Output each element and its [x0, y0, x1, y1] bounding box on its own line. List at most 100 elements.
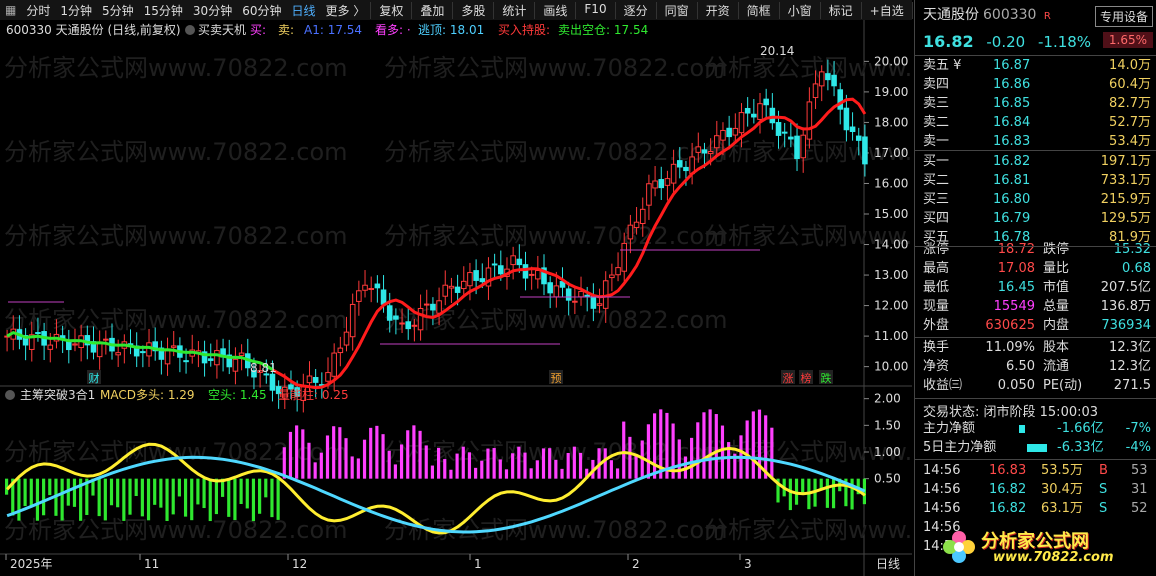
toolbar-button-7[interactable]: 同窗	[655, 1, 697, 19]
period-tab-6[interactable]: 日线	[286, 2, 320, 19]
stat-v2: 12.3亿	[1109, 340, 1151, 355]
candle-body	[362, 284, 368, 291]
label-escape: 逃顶: 18.01	[418, 23, 484, 37]
trade-n: 31	[1131, 482, 1148, 497]
period-tab-7[interactable]: 更多 〉	[321, 2, 371, 19]
period-tab-2[interactable]: 5分钟	[97, 2, 139, 19]
asks-vol: 82.7万	[1109, 96, 1151, 111]
trade-vol: 63.1万	[1041, 501, 1083, 516]
trade-n: 53	[1131, 463, 1148, 478]
candle-body	[448, 285, 455, 289]
watermark-text: 分析家公式网www.70822.com	[4, 516, 348, 544]
asks-label: 卖一	[923, 134, 950, 149]
candle-body	[103, 338, 109, 341]
candle-body	[423, 303, 430, 306]
candle-body	[744, 107, 751, 114]
asks-price: 16.85	[993, 96, 1031, 111]
candle-body	[572, 300, 578, 303]
toolbar-button-5[interactable]: F10	[575, 1, 614, 19]
candle-body	[862, 136, 868, 165]
sub-bar	[399, 444, 404, 479]
sub-bar	[140, 478, 144, 517]
trade-side: S	[1099, 501, 1108, 516]
candle-body	[269, 373, 276, 391]
label-buy: 买:	[250, 23, 266, 37]
sub-bar	[708, 409, 712, 479]
sub-bar	[745, 420, 749, 479]
period-tab-3[interactable]: 15分钟	[139, 2, 188, 19]
candle-body	[738, 112, 745, 134]
trade-time: 14:56	[923, 463, 961, 478]
candle-body	[621, 242, 628, 272]
candle-body	[775, 122, 782, 136]
flow-value: -6.33亿	[1057, 440, 1104, 455]
min-price-label: 8.81	[250, 361, 277, 375]
toolbar-button-8[interactable]: 开资	[696, 1, 738, 19]
candle-body	[436, 300, 442, 314]
sub-bar	[702, 412, 706, 479]
menu-grid-icon[interactable]: ▦	[0, 3, 21, 17]
toolbar-button-12[interactable]: +自选	[860, 1, 912, 19]
sub-bar	[35, 478, 40, 521]
sub-bar	[578, 452, 583, 479]
sub-bar	[208, 478, 212, 522]
candle-body	[757, 103, 763, 120]
candle-body	[831, 74, 837, 87]
label-watch: 看多: ·	[375, 23, 411, 37]
toolbar-button-4[interactable]: 画线	[534, 1, 575, 19]
toolbar-button-3[interactable]: 统计	[493, 1, 534, 19]
sub-bar	[264, 478, 268, 498]
sector-tag[interactable]: 专用设备	[1094, 6, 1153, 27]
candle-body	[720, 129, 726, 141]
toolbar-button-2[interactable]: 多股	[452, 1, 493, 19]
candle-body	[535, 270, 541, 280]
watermark-text: 分析家公式网www.70822.com	[384, 138, 728, 166]
sub-bar	[677, 439, 681, 479]
stat-l2: PE(动)	[1043, 378, 1083, 393]
toolbar-button-11[interactable]: 标记	[819, 1, 861, 19]
x-tick-label: 11	[144, 557, 159, 571]
formula-dropdown-icon[interactable]	[185, 25, 195, 35]
sub-bar	[48, 478, 52, 496]
period-tab-4[interactable]: 30分钟	[188, 2, 237, 19]
toolbar-button-1[interactable]: 叠加	[411, 1, 452, 19]
sub-bar	[381, 434, 385, 479]
period-tab-5[interactable]: 60分钟	[237, 2, 286, 19]
candle-body	[393, 315, 399, 320]
period-tab-0[interactable]: 分时	[21, 2, 55, 19]
watermark-text: 分析家公式网www.70822.com	[384, 222, 728, 250]
asks-label: 卖三	[923, 96, 950, 111]
label-empty: 卖出空仓: 17.54	[558, 23, 648, 37]
toolbar-button-10[interactable]: 小窗	[778, 1, 820, 19]
sub-dropdown-icon[interactable]	[5, 390, 15, 400]
candle-body	[584, 294, 590, 297]
period-tab-1[interactable]: 1分钟	[55, 2, 97, 19]
stat-row: 最低 16.45 市值 207.5亿	[923, 278, 1151, 297]
sub-bar	[690, 437, 694, 479]
toolbar-button-0[interactable]: 复权	[370, 1, 411, 19]
stat-l1: 净资	[923, 359, 950, 374]
sub-bar	[615, 468, 620, 479]
flow-label: 5日主力净额	[923, 440, 997, 455]
sub-bar	[498, 459, 502, 479]
stat-row: 最高 17.08 量比 0.68	[923, 259, 1151, 278]
y-tick-label: 16.00	[874, 176, 908, 190]
candle-body	[578, 290, 584, 298]
marker-2: 涨	[783, 372, 794, 385]
label-sell: 卖:	[278, 23, 294, 37]
x-tick-label: 1	[474, 557, 482, 571]
sub-bar	[350, 456, 354, 479]
stat-l1: 最高	[923, 261, 950, 276]
candle-body	[170, 345, 177, 348]
candle-body	[491, 263, 498, 266]
candle-body	[473, 270, 479, 281]
toolbar: ▦ 分时 1分钟 5分钟 15分钟 30分钟 60分钟 日线 更多 〉复权 叠加 多股 统计 画线 F10…	[0, 0, 945, 21]
toolbar-button-6[interactable]: 逐分	[614, 1, 656, 19]
chart-area[interactable]: 分析家公式网www.70822.com 分析家公式网www.70822.com 分析…	[0, 20, 912, 576]
sub-bar	[449, 469, 453, 479]
quote-panel: 天通股份 600330 R 专用设备 16.82 -0.20 -1.18% 1.6…	[914, 0, 1156, 576]
logo-url: www.70822.com	[993, 550, 1114, 565]
candle-body	[430, 303, 436, 311]
toolbar-button-9[interactable]: 简框	[737, 1, 779, 19]
watermark-text: 分析家公式网www.70822.com	[704, 516, 912, 544]
